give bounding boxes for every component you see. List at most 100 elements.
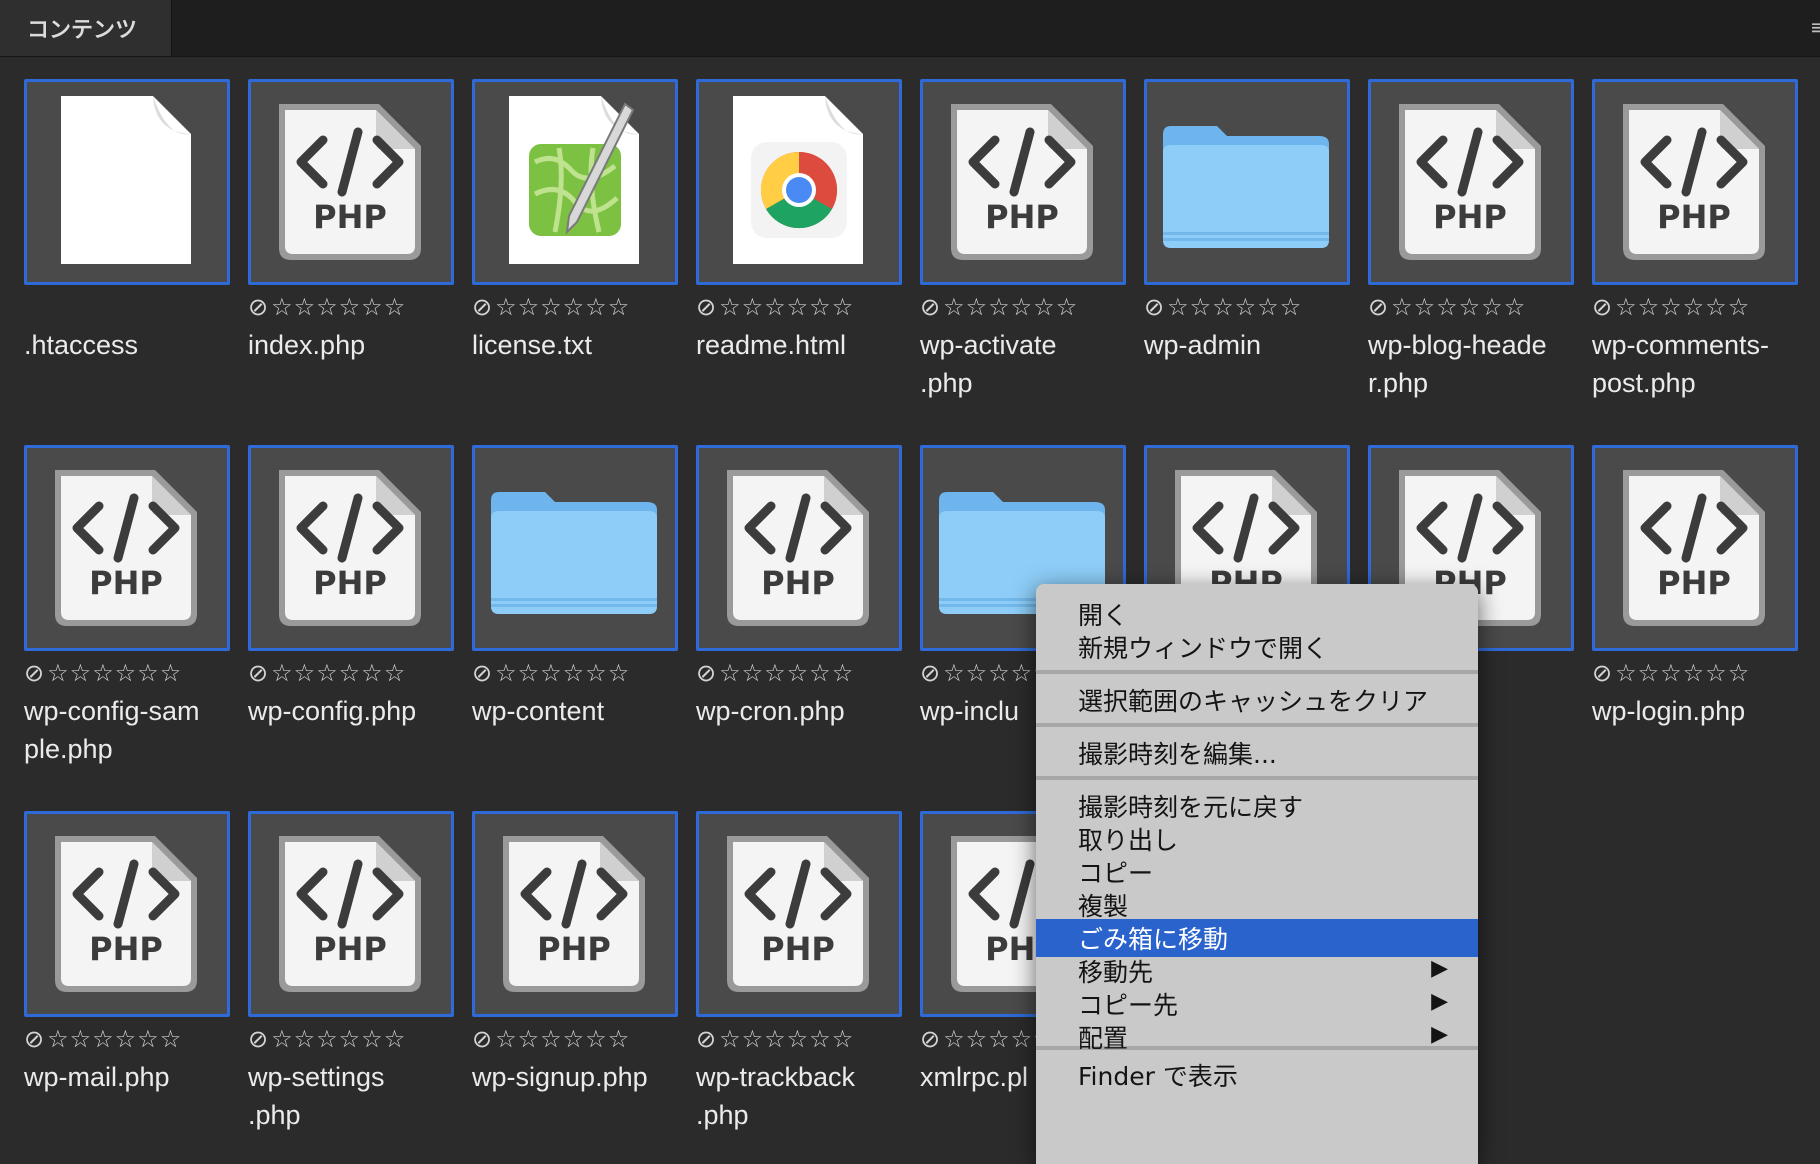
no-label-icon[interactable]: ⊘ (472, 292, 492, 322)
empty-star-icon[interactable]: ☆ (70, 1024, 91, 1054)
empty-star-icon[interactable]: ☆ (719, 292, 740, 322)
empty-star-icon[interactable]: ☆ (294, 292, 315, 322)
file-thumbnail[interactable] (1144, 79, 1350, 285)
menu-item[interactable]: 撮影時刻を編集... (1036, 734, 1478, 772)
empty-star-icon[interactable]: ☆ (1391, 292, 1412, 322)
menu-item[interactable]: 配置 ▶ (1036, 1018, 1478, 1056)
empty-star-icon[interactable]: ☆ (585, 658, 606, 688)
empty-star-icon[interactable]: ☆ (966, 292, 987, 322)
rating-bar[interactable]: ⊘☆☆☆☆☆☆ (248, 658, 405, 688)
empty-star-icon[interactable]: ☆ (608, 292, 629, 322)
file-item[interactable]: ⊘ ☆ ☆ ☆ ☆ ☆ ☆ wp-content (448, 422, 678, 782)
no-label-icon[interactable]: ⊘ (248, 1024, 268, 1054)
file-thumbnail[interactable]: PHP (696, 811, 902, 1017)
file-item[interactable]: PHP ⊘ ☆ ☆ ☆ ☆ ☆ ☆ wp-blog-heade r.php (1344, 56, 1574, 416)
file-thumbnail[interactable]: PHP (1592, 445, 1798, 651)
empty-star-icon[interactable]: ☆ (1011, 1024, 1032, 1054)
empty-star-icon[interactable]: ☆ (1190, 292, 1211, 322)
rating-bar[interactable]: ⊘☆☆☆☆☆☆ (1368, 292, 1525, 322)
empty-star-icon[interactable]: ☆ (1728, 292, 1749, 322)
empty-star-icon[interactable]: ☆ (608, 658, 629, 688)
empty-star-icon[interactable]: ☆ (361, 658, 382, 688)
empty-star-icon[interactable]: ☆ (787, 1024, 808, 1054)
empty-star-icon[interactable]: ☆ (742, 1024, 763, 1054)
file-item[interactable]: PHP ⊘ ☆ ☆ ☆ ☆ ☆ ☆ wp-mail.php (0, 788, 230, 1148)
empty-star-icon[interactable]: ☆ (1011, 658, 1032, 688)
file-item[interactable]: PHP ⊘ ☆ ☆ ☆ ☆ ☆ ☆ wp-comments- post.php (1568, 56, 1798, 416)
empty-star-icon[interactable]: ☆ (719, 658, 740, 688)
empty-star-icon[interactable]: ☆ (115, 658, 136, 688)
empty-star-icon[interactable]: ☆ (271, 292, 292, 322)
file-item[interactable]: ⊘ ☆ ☆ ☆ ☆ ☆ ☆ wp-admin (1120, 56, 1350, 416)
file-item[interactable]: PHP ⊘ ☆ ☆ ☆ ☆ ☆ ☆ wp-config-sam ple.php (0, 422, 230, 782)
empty-star-icon[interactable]: ☆ (1033, 292, 1054, 322)
empty-star-icon[interactable]: ☆ (563, 1024, 584, 1054)
empty-star-icon[interactable]: ☆ (1615, 292, 1636, 322)
empty-star-icon[interactable]: ☆ (943, 1024, 964, 1054)
empty-star-icon[interactable]: ☆ (1280, 292, 1301, 322)
no-label-icon[interactable]: ⊘ (696, 658, 716, 688)
empty-star-icon[interactable]: ☆ (1615, 658, 1636, 688)
no-label-icon[interactable]: ⊘ (1368, 292, 1388, 322)
file-thumbnail[interactable] (24, 79, 230, 285)
empty-star-icon[interactable]: ☆ (361, 1024, 382, 1054)
empty-star-icon[interactable]: ☆ (1011, 292, 1032, 322)
rating-bar[interactable]: ⊘☆☆☆☆☆☆ (696, 1024, 853, 1054)
empty-star-icon[interactable]: ☆ (70, 658, 91, 688)
file-item[interactable]: PHP ⊘ ☆ ☆ ☆ ☆ ☆ ☆ wp-config.php (224, 422, 454, 782)
empty-star-icon[interactable]: ☆ (92, 1024, 113, 1054)
empty-star-icon[interactable]: ☆ (1683, 658, 1704, 688)
rating-bar[interactable]: ⊘☆☆☆☆☆☆ (472, 658, 629, 688)
empty-star-icon[interactable]: ☆ (361, 292, 382, 322)
empty-star-icon[interactable]: ☆ (563, 292, 584, 322)
no-label-icon[interactable]: ⊘ (696, 292, 716, 322)
empty-star-icon[interactable]: ☆ (742, 658, 763, 688)
empty-star-icon[interactable]: ☆ (809, 292, 830, 322)
rating-bar[interactable]: ⊘☆☆☆☆☆☆ (472, 292, 629, 322)
empty-star-icon[interactable]: ☆ (540, 1024, 561, 1054)
empty-star-icon[interactable]: ☆ (1660, 658, 1681, 688)
empty-star-icon[interactable]: ☆ (966, 658, 987, 688)
no-label-icon[interactable]: ⊘ (1592, 292, 1612, 322)
empty-star-icon[interactable]: ☆ (384, 1024, 405, 1054)
empty-star-icon[interactable]: ☆ (742, 292, 763, 322)
empty-star-icon[interactable]: ☆ (764, 658, 785, 688)
empty-star-icon[interactable]: ☆ (384, 658, 405, 688)
file-thumbnail[interactable]: PHP (1592, 79, 1798, 285)
file-item[interactable]: ⊘ ☆ ☆ ☆ ☆ ☆ ☆ readme.html (672, 56, 902, 416)
empty-star-icon[interactable]: ☆ (809, 658, 830, 688)
file-thumbnail[interactable]: PHP (920, 79, 1126, 285)
empty-star-icon[interactable]: ☆ (1660, 292, 1681, 322)
empty-star-icon[interactable]: ☆ (271, 658, 292, 688)
empty-star-icon[interactable]: ☆ (137, 658, 158, 688)
no-label-icon[interactable]: ⊘ (920, 658, 940, 688)
empty-star-icon[interactable]: ☆ (316, 658, 337, 688)
rating-bar[interactable]: ⊘☆☆☆☆☆☆ (920, 292, 1077, 322)
empty-star-icon[interactable]: ☆ (1436, 292, 1457, 322)
empty-star-icon[interactable]: ☆ (809, 1024, 830, 1054)
empty-star-icon[interactable]: ☆ (1414, 292, 1435, 322)
empty-star-icon[interactable]: ☆ (495, 1024, 516, 1054)
empty-star-icon[interactable]: ☆ (1235, 292, 1256, 322)
empty-star-icon[interactable]: ☆ (1056, 292, 1077, 322)
file-item[interactable]: PHP ⊘ ☆ ☆ ☆ ☆ ☆ ☆ wp-settings .php (224, 788, 454, 1148)
menu-item[interactable]: 選択範囲のキャッシュをクリア (1036, 681, 1478, 719)
empty-star-icon[interactable]: ☆ (115, 1024, 136, 1054)
empty-star-icon[interactable]: ☆ (339, 292, 360, 322)
file-thumbnail[interactable] (472, 445, 678, 651)
empty-star-icon[interactable]: ☆ (943, 292, 964, 322)
empty-star-icon[interactable]: ☆ (540, 658, 561, 688)
file-thumbnail[interactable]: PHP (472, 811, 678, 1017)
file-item[interactable]: PHP ⊘ ☆ ☆ ☆ ☆ ☆ ☆ wp-signup.php (448, 788, 678, 1148)
file-thumbnail[interactable]: PHP (24, 811, 230, 1017)
empty-star-icon[interactable]: ☆ (1481, 292, 1502, 322)
empty-star-icon[interactable]: ☆ (518, 1024, 539, 1054)
file-item[interactable]: PHP ⊘ ☆ ☆ ☆ ☆ ☆ ☆ wp-login.php (1568, 422, 1798, 782)
file-thumbnail[interactable]: PHP (248, 811, 454, 1017)
empty-star-icon[interactable]: ☆ (495, 658, 516, 688)
empty-star-icon[interactable]: ☆ (764, 292, 785, 322)
file-thumbnail[interactable]: PHP (1368, 79, 1574, 285)
empty-star-icon[interactable]: ☆ (1504, 292, 1525, 322)
empty-star-icon[interactable]: ☆ (585, 292, 606, 322)
empty-star-icon[interactable]: ☆ (1638, 292, 1659, 322)
